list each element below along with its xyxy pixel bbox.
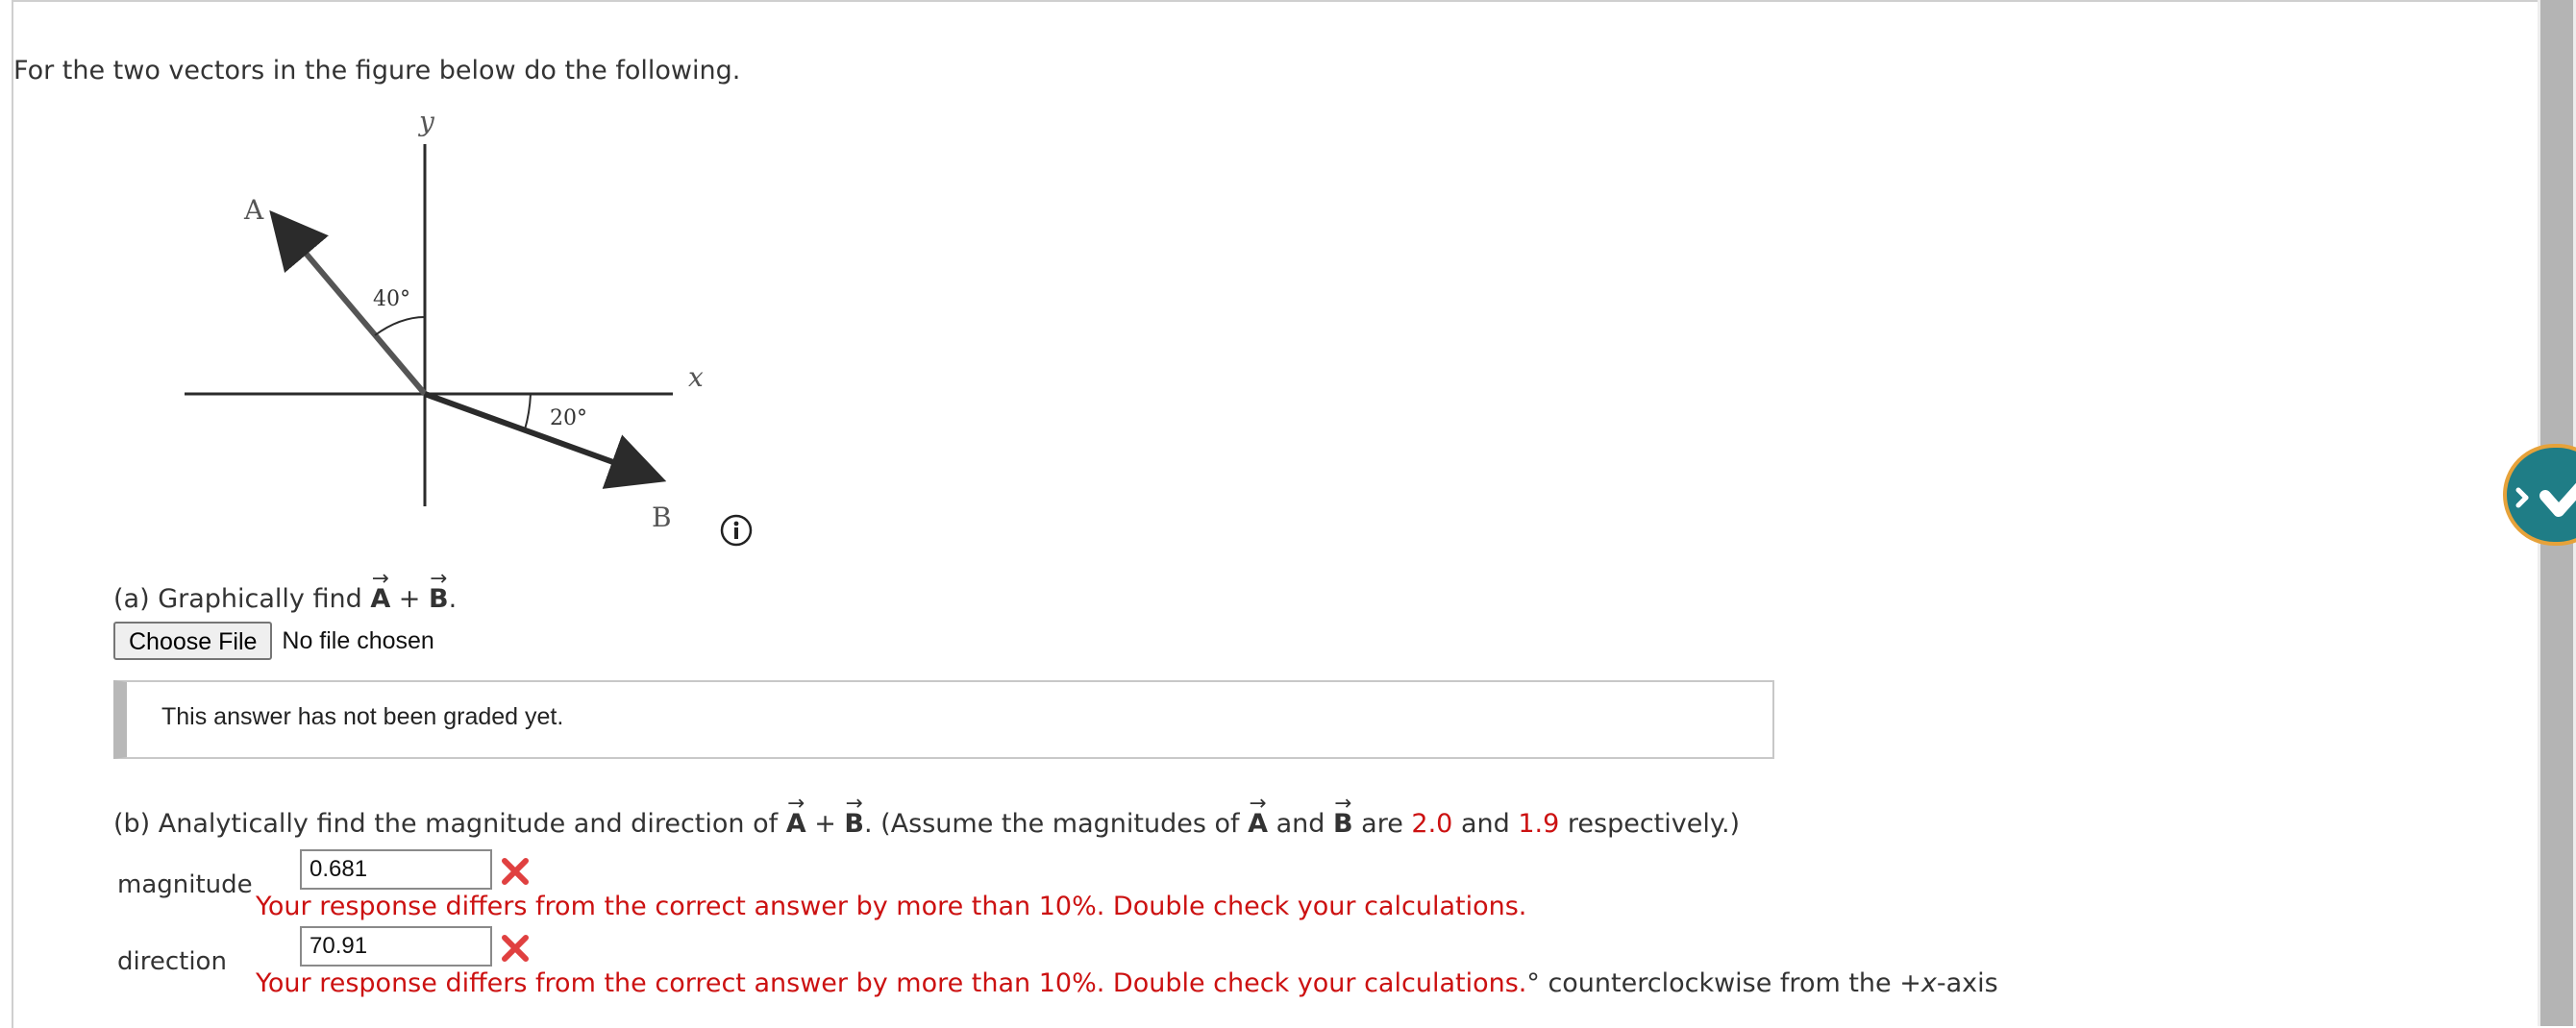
vector-b-label: B: [652, 502, 672, 533]
direction-feedback-row: Your response differs from the correct a…: [256, 968, 1998, 998]
graded-status-box: This answer has not been graded yet.: [113, 680, 1774, 759]
vector-b-symbol: B: [844, 809, 864, 839]
angle-a-arc: [374, 316, 426, 336]
direction-input[interactable]: [300, 926, 492, 967]
vector-a-symbol: A: [1248, 809, 1268, 839]
graded-status-text: This answer has not been graded yet.: [161, 703, 564, 730]
magnitude-feedback: Your response differs from the correct a…: [256, 892, 1527, 921]
vector-b-symbol: B: [429, 584, 449, 614]
vector-a-symbol: A: [370, 584, 390, 614]
x-axis-label: x: [688, 361, 704, 393]
direction-feedback: Your response differs from the correct a…: [256, 968, 1527, 998]
direction-unit-end: -axis: [1936, 968, 1998, 998]
y-axis-label: y: [417, 106, 435, 137]
angle-b-label: 20°: [550, 406, 587, 430]
file-upload: Choose File No file chosen: [113, 621, 434, 661]
magnitude-b-value: 1.9: [1518, 809, 1560, 839]
info-icon[interactable]: [719, 513, 754, 548]
vector-b-symbol: B: [1333, 809, 1353, 839]
incorrect-x-icon: [502, 858, 529, 885]
floating-helper-widget[interactable]: [2503, 444, 2576, 546]
magnitude-input[interactable]: [300, 849, 492, 890]
no-file-text: No file chosen: [282, 626, 434, 654]
vector-b-arrow: [423, 391, 667, 489]
vector-diagram: y x A 40° B 20°: [185, 106, 704, 533]
magnitude-label: magnitude: [117, 870, 253, 899]
vector-a-label: A: [243, 194, 264, 226]
vector-figure: y x A 40° B 20°: [173, 96, 731, 542]
part-b-prompt: (b) Analytically find the magnitude and …: [113, 809, 1740, 839]
incorrect-x-icon: [502, 935, 529, 962]
direction-label: direction: [117, 947, 227, 976]
part-a-prompt: (a) Graphically find A + B.: [113, 584, 457, 614]
direction-unit-axis: x: [1920, 968, 1937, 998]
angle-a-label: 40°: [373, 287, 410, 311]
vector-a-symbol: A: [786, 809, 806, 839]
widget-check-icon: [2515, 482, 2576, 517]
choose-file-button[interactable]: Choose File: [113, 622, 273, 660]
angle-b-arc: [524, 393, 532, 430]
question-intro: For the two vectors in the figure below …: [13, 56, 741, 86]
direction-unit: ° counterclockwise from the +: [1526, 968, 1921, 998]
magnitude-a-value: 2.0: [1411, 809, 1453, 839]
